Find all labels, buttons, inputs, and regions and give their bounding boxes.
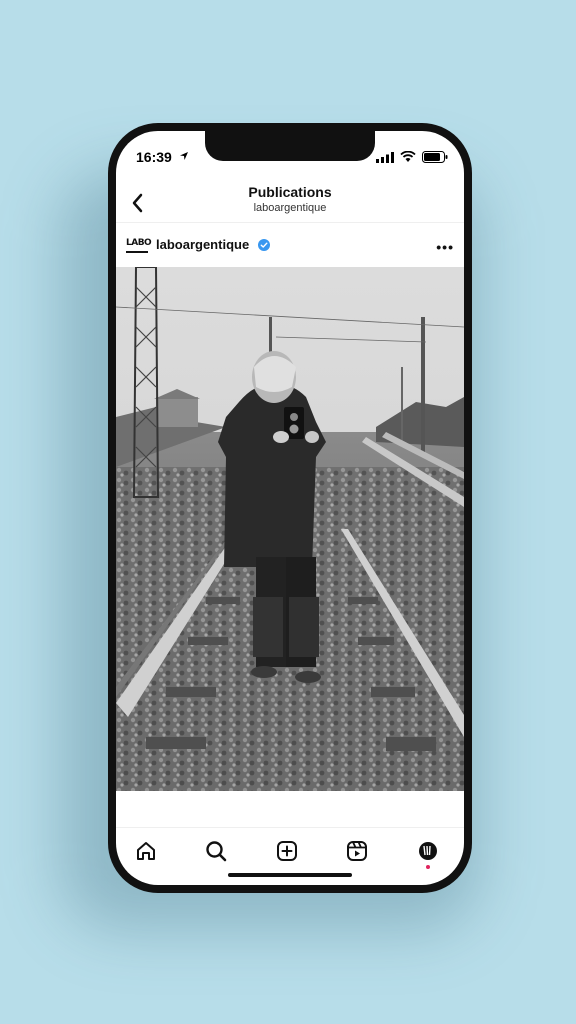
back-arrow-icon[interactable] bbox=[128, 191, 148, 215]
notch bbox=[205, 131, 375, 161]
cellular-signal-icon bbox=[376, 151, 394, 163]
notification-dot bbox=[426, 865, 430, 869]
post-username[interactable]: laboargentique bbox=[156, 237, 249, 252]
page-title: Publications bbox=[248, 184, 332, 200]
header-divider bbox=[116, 222, 464, 223]
search-icon[interactable] bbox=[204, 839, 228, 863]
status-icons bbox=[376, 151, 448, 163]
reels-icon[interactable] bbox=[345, 839, 369, 863]
battery-icon bbox=[422, 151, 448, 163]
home-icon[interactable] bbox=[134, 839, 158, 863]
status-time: 16:39 bbox=[136, 149, 172, 165]
create-icon[interactable] bbox=[275, 839, 299, 863]
photo-image bbox=[116, 267, 464, 791]
more-options-icon[interactable]: ••• bbox=[436, 239, 454, 255]
phone-screen: 16:39 Publications laboargentique LABO l… bbox=[116, 131, 464, 885]
bottom-tabbar bbox=[116, 831, 464, 871]
wifi-icon bbox=[400, 151, 416, 162]
profile-icon[interactable] bbox=[416, 839, 440, 863]
post-header: LABO laboargentique ••• bbox=[116, 227, 464, 267]
avatar[interactable]: LABO bbox=[126, 237, 152, 253]
post-photo[interactable] bbox=[116, 267, 464, 791]
page-header: Publications laboargentique bbox=[116, 183, 464, 223]
phone-frame: 16:39 Publications laboargentique LABO l… bbox=[108, 123, 472, 893]
page-subtitle: laboargentique bbox=[253, 202, 327, 214]
location-arrow-icon bbox=[180, 152, 188, 160]
tabbar-divider bbox=[116, 827, 464, 828]
home-indicator bbox=[228, 873, 352, 877]
verified-badge-icon bbox=[258, 239, 270, 251]
